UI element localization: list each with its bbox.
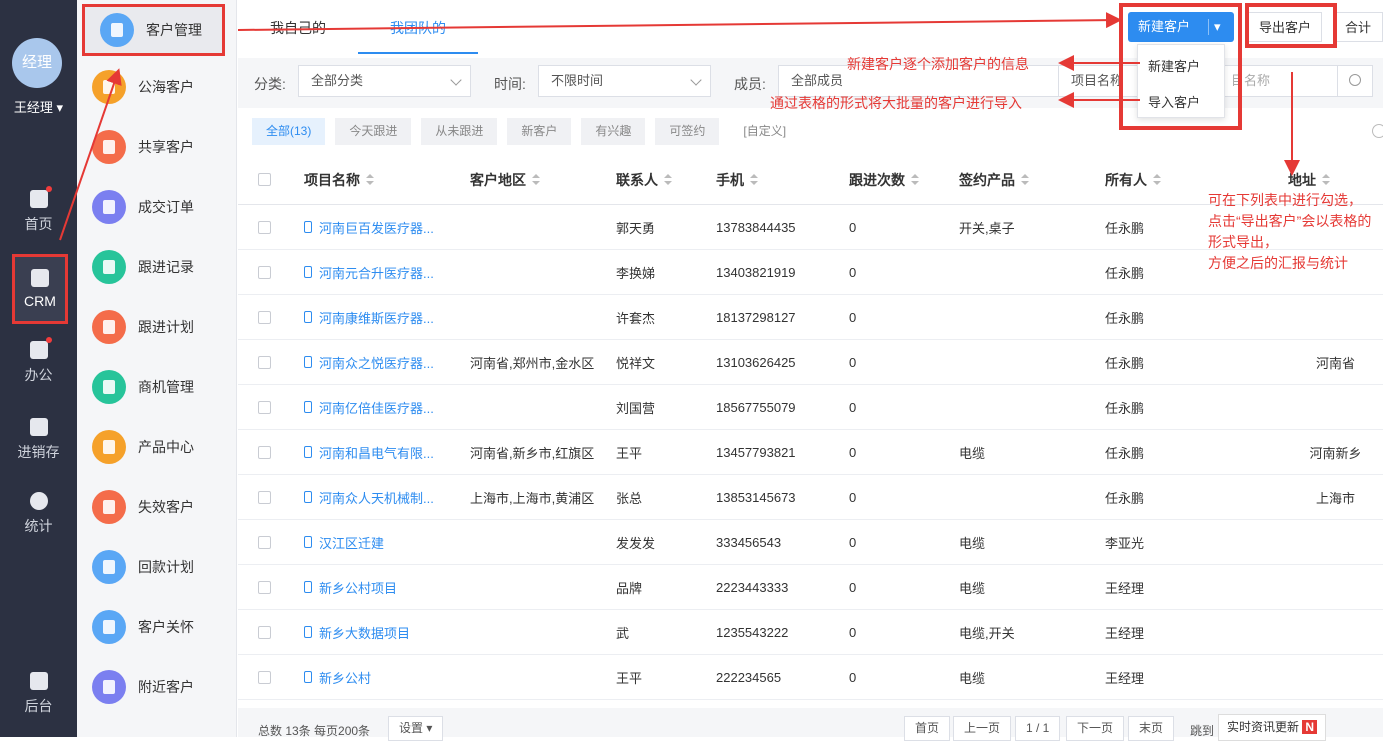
annotation-new: 新建客户逐个添加客户的信息: [847, 56, 1029, 72]
annotation-import: 通过表格的形式将大批量的客户进行导入: [770, 95, 1022, 111]
annotation-arrows: [59, 12, 1300, 241]
annotation-export: 可在下列表中进行勾选， 点击“导出客户”会以表格的形式导出， 方便之后的汇报与统…: [1208, 192, 1372, 271]
